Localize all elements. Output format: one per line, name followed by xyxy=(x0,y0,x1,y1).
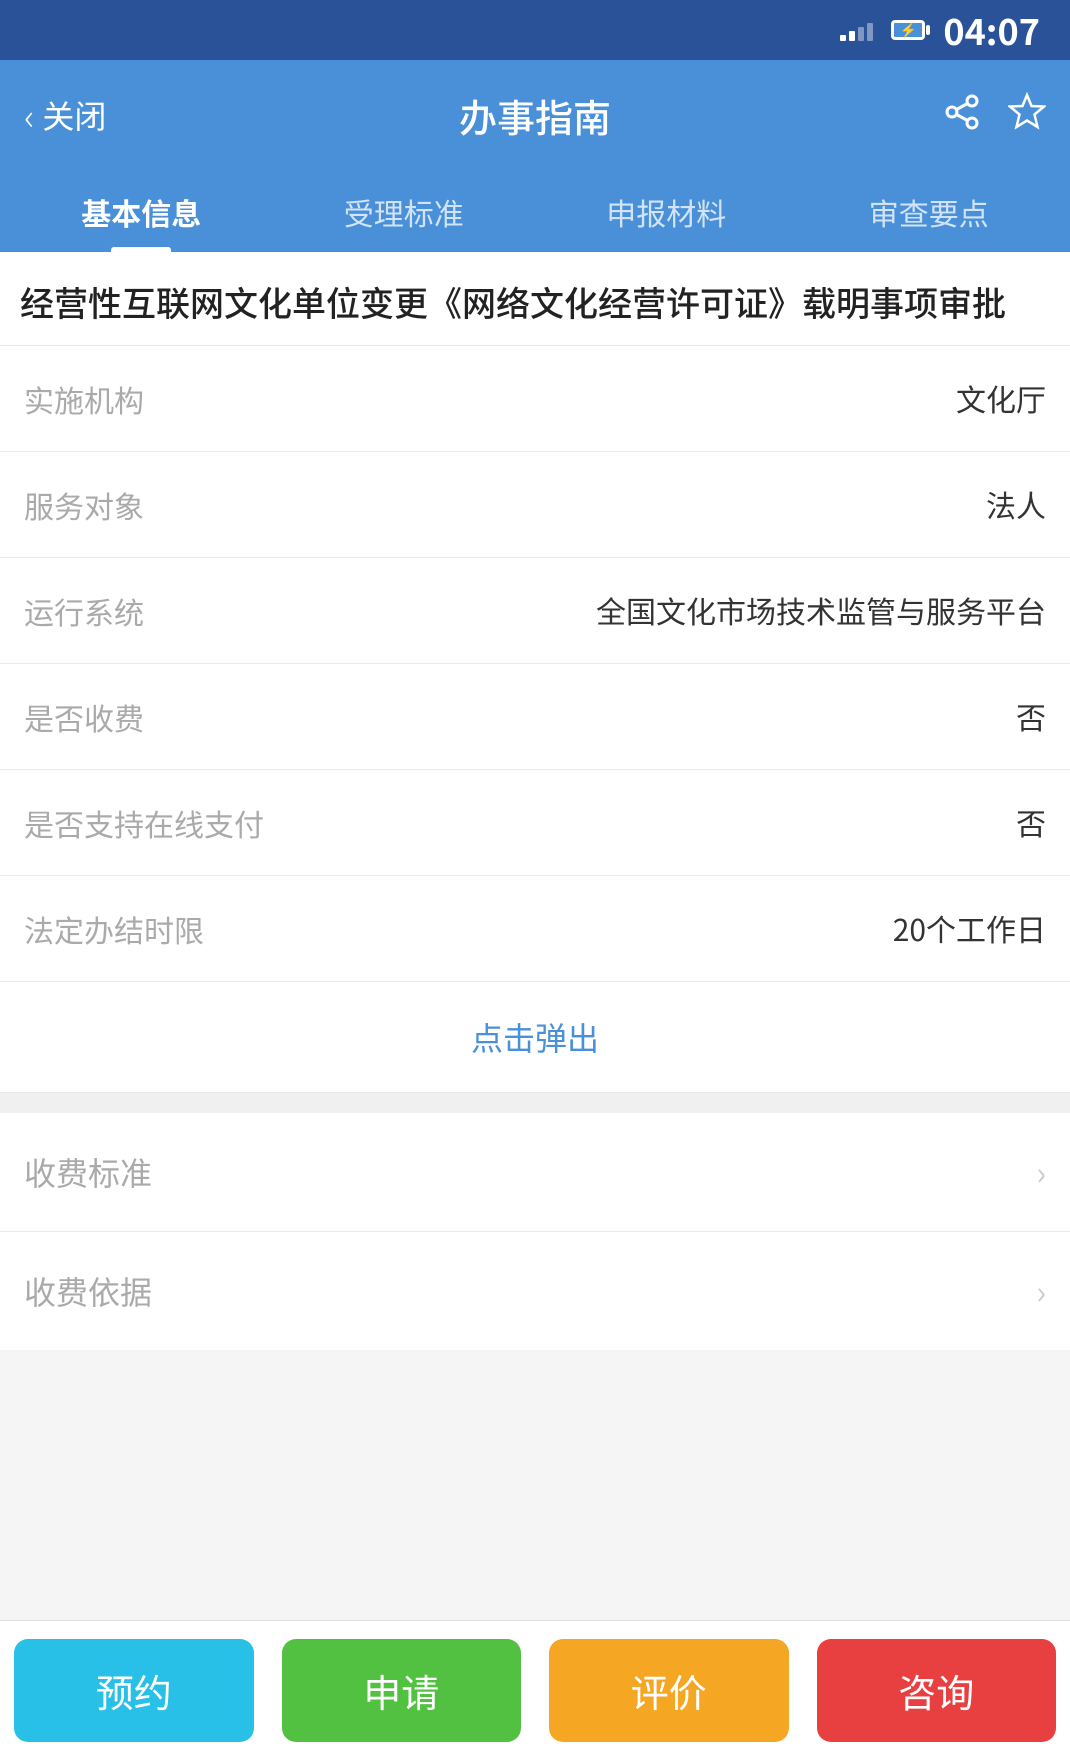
chevron-right-icon-fee-standard: › xyxy=(1036,1149,1046,1195)
info-row-target: 服务对象 法人 xyxy=(0,452,1070,558)
list-row-fee-standard[interactable]: 收费标准 › xyxy=(0,1113,1070,1232)
status-time: 04:07 xyxy=(943,4,1040,56)
nav-bar: ‹ 关闭 办事指南 xyxy=(0,60,1070,170)
info-row-institution: 实施机构 文化厅 xyxy=(0,346,1070,452)
list-row-label-fee-basis: 收费依据 xyxy=(24,1268,152,1314)
chevron-left-icon: ‹ xyxy=(24,89,34,141)
star-icon[interactable] xyxy=(1008,89,1046,141)
list-row-fee-basis[interactable]: 收费依据 › xyxy=(0,1232,1070,1350)
battery-bolt: ⚡ xyxy=(894,23,922,37)
info-value-institution: 文化厅 xyxy=(224,376,1046,421)
shenqing-button[interactable]: 申请 xyxy=(282,1639,522,1742)
zixun-button[interactable]: 咨询 xyxy=(817,1639,1057,1742)
popup-row[interactable]: 点击弹出 xyxy=(0,982,1070,1093)
info-value-deadline: 20个工作日 xyxy=(224,906,1046,951)
info-row-deadline: 法定办结时限 20个工作日 xyxy=(0,876,1070,982)
bottom-actions: 预约 申请 评价 咨询 xyxy=(0,1620,1070,1760)
info-row-online-pay: 是否支持在线支付 否 xyxy=(0,770,1070,876)
info-label-institution: 实施机构 xyxy=(24,377,224,421)
yuyue-button[interactable]: 预约 xyxy=(14,1639,254,1742)
page-title: 经营性互联网文化单位变更《网络文化经营许可证》载明事项审批 xyxy=(20,276,1050,327)
info-value-fee: 否 xyxy=(224,694,1046,739)
nav-actions xyxy=(916,89,1046,141)
back-label: 关闭 xyxy=(42,92,106,138)
tab-bar: 基本信息 受理标准 申报材料 审查要点 xyxy=(0,170,1070,252)
info-label-system: 运行系统 xyxy=(24,589,224,633)
info-section: 实施机构 文化厅 服务对象 法人 运行系统 全国文化市场技术监管与服务平台 是否… xyxy=(0,346,1070,1093)
info-value-target: 法人 xyxy=(224,482,1046,527)
list-row-label-fee-standard: 收费标准 xyxy=(24,1149,152,1195)
status-bar: ⚡ 04:07 xyxy=(0,0,1070,60)
nav-title: 办事指南 xyxy=(154,88,916,143)
info-label-online-pay: 是否支持在线支付 xyxy=(24,801,264,845)
tab-review[interactable]: 审查要点 xyxy=(798,170,1061,252)
signal-icon xyxy=(840,19,873,41)
chevron-right-icon-fee-basis: › xyxy=(1036,1268,1046,1314)
info-row-system: 运行系统 全国文化市场技术监管与服务平台 xyxy=(0,558,1070,664)
list-section: 收费标准 › 收费依据 › xyxy=(0,1113,1070,1350)
info-value-online-pay: 否 xyxy=(264,800,1046,845)
back-button[interactable]: ‹ 关闭 xyxy=(24,89,154,141)
battery-icon: ⚡ xyxy=(891,20,925,40)
tab-materials[interactable]: 申报材料 xyxy=(535,170,798,252)
tab-standard[interactable]: 受理标准 xyxy=(273,170,536,252)
main-content: 经营性互联网文化单位变更《网络文化经营许可证》载明事项审批 实施机构 文化厅 服… xyxy=(0,252,1070,1510)
info-label-deadline: 法定办结时限 xyxy=(24,907,224,951)
info-row-fee: 是否收费 否 xyxy=(0,664,1070,770)
section-separator xyxy=(0,1093,1070,1113)
info-label-fee: 是否收费 xyxy=(24,695,224,739)
info-value-system: 全国文化市场技术监管与服务平台 xyxy=(224,588,1046,633)
pingjia-button[interactable]: 评价 xyxy=(549,1639,789,1742)
popup-link-text[interactable]: 点击弹出 xyxy=(471,1014,599,1060)
info-label-target: 服务对象 xyxy=(24,483,224,527)
page-title-section: 经营性互联网文化单位变更《网络文化经营许可证》载明事项审批 xyxy=(0,252,1070,346)
share-icon[interactable] xyxy=(944,89,980,141)
tab-basic[interactable]: 基本信息 xyxy=(10,170,273,252)
